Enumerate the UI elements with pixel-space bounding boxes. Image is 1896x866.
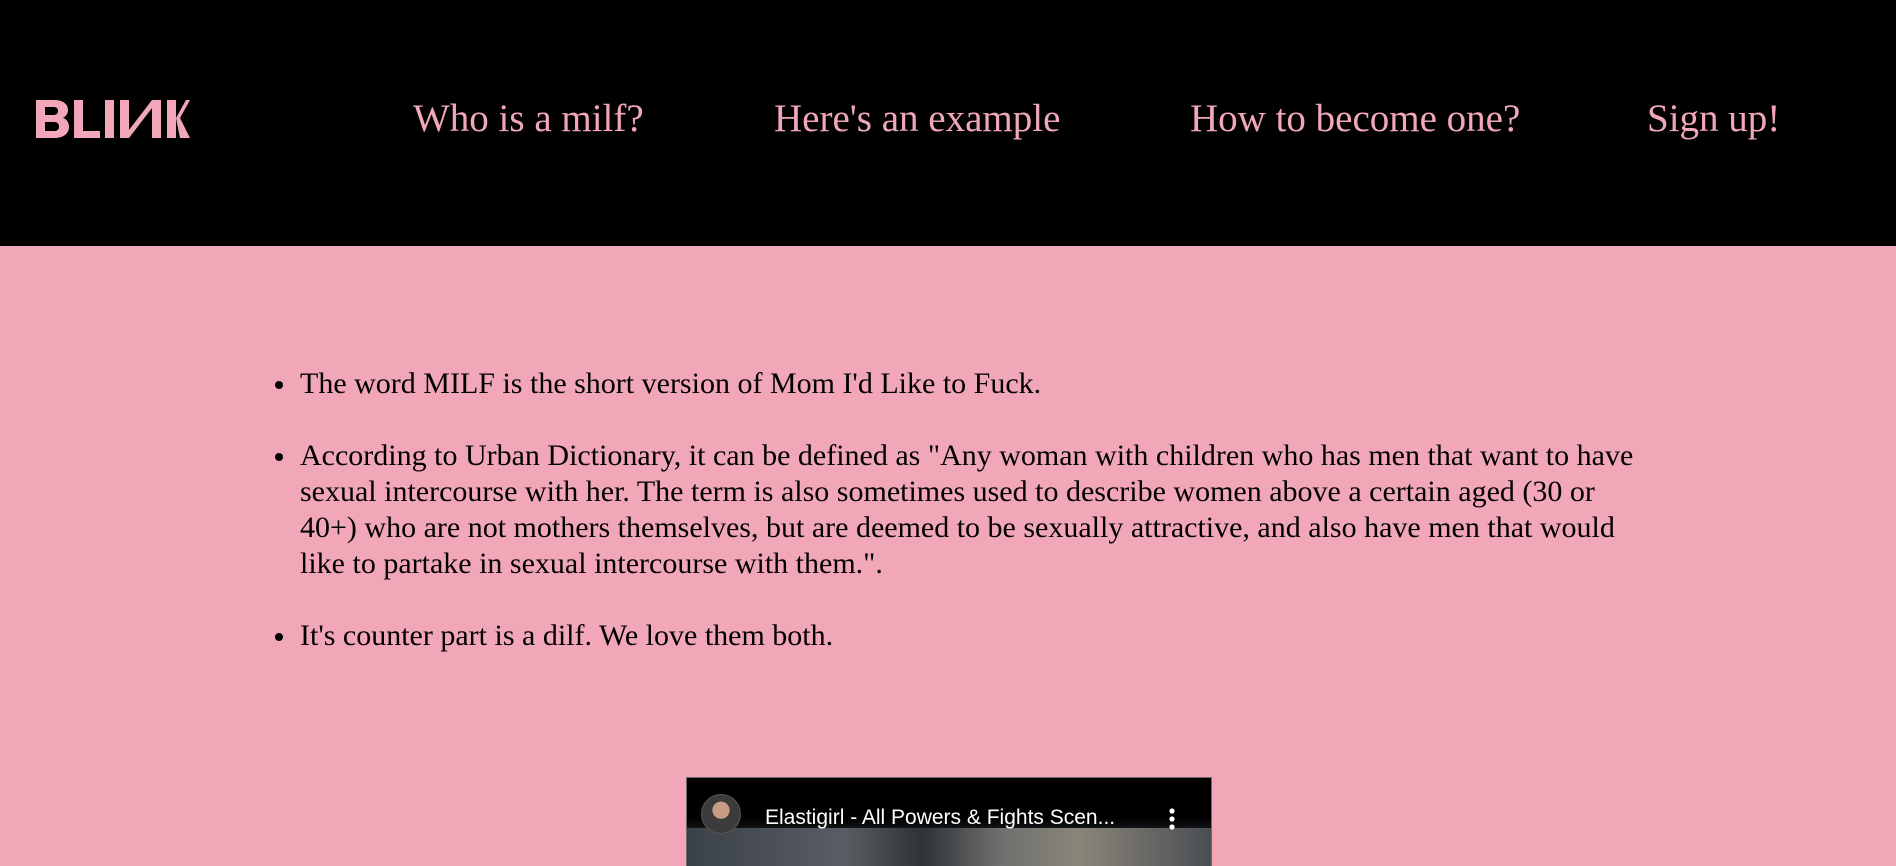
- channel-avatar[interactable]: [701, 794, 741, 834]
- site-header: Who is a milf? Here's an example How to …: [0, 0, 1896, 246]
- list-item: According to Urban Dictionary, it can be…: [275, 438, 1640, 582]
- list-item: The word MILF is the short version of Mo…: [275, 366, 1640, 402]
- nav-link-example[interactable]: Here's an example: [774, 96, 1060, 142]
- blink-logo[interactable]: [36, 96, 190, 140]
- nav-link-who-is-a-milf[interactable]: Who is a milf?: [413, 96, 644, 142]
- video-thumbnail[interactable]: [687, 828, 1211, 866]
- more-vertical-icon[interactable]: [1157, 806, 1187, 832]
- facts-list: The word MILF is the short version of Mo…: [275, 366, 1640, 690]
- video-title[interactable]: Elastigirl - All Powers & Fights Scen...: [765, 806, 1115, 830]
- youtube-video-embed[interactable]: Elastigirl - All Powers & Fights Scen...: [686, 777, 1212, 866]
- list-item: It's counter part is a dilf. We love the…: [275, 618, 1640, 654]
- nav-link-sign-up[interactable]: Sign up!: [1647, 96, 1780, 142]
- nav-link-how-to-become[interactable]: How to become one?: [1190, 96, 1520, 142]
